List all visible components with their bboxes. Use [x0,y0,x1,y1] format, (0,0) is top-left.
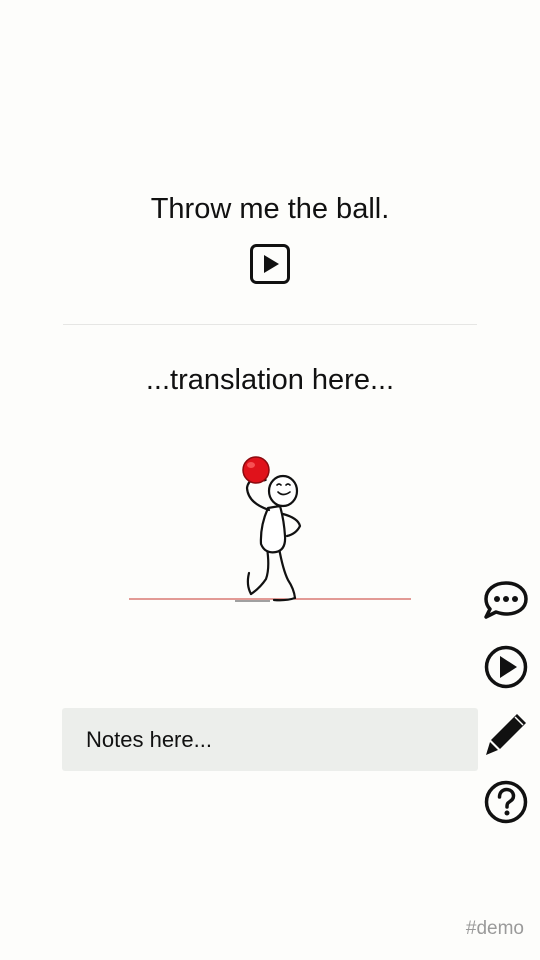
play-button[interactable] [481,642,531,692]
help-icon [484,780,528,824]
translation-text[interactable]: ...translation here... [0,361,540,399]
app-screen: Throw me the ball. ...translation here..… [0,0,540,960]
chat-button[interactable] [481,574,531,624]
divider [63,324,477,325]
play-square-icon [250,244,290,284]
edit-button[interactable] [481,709,531,759]
notes-field[interactable]: Notes here... [62,708,478,771]
demo-tag: #demo [465,918,524,939]
chat-icon [484,581,528,619]
help-button[interactable] [481,777,531,827]
stick-figure-illustration [120,448,420,613]
play-icon [484,645,528,689]
red-ball [242,456,270,484]
play-audio-button[interactable] [250,244,290,284]
phrase-text: Throw me the ball. [150,193,390,225]
pencil-icon [486,714,526,755]
